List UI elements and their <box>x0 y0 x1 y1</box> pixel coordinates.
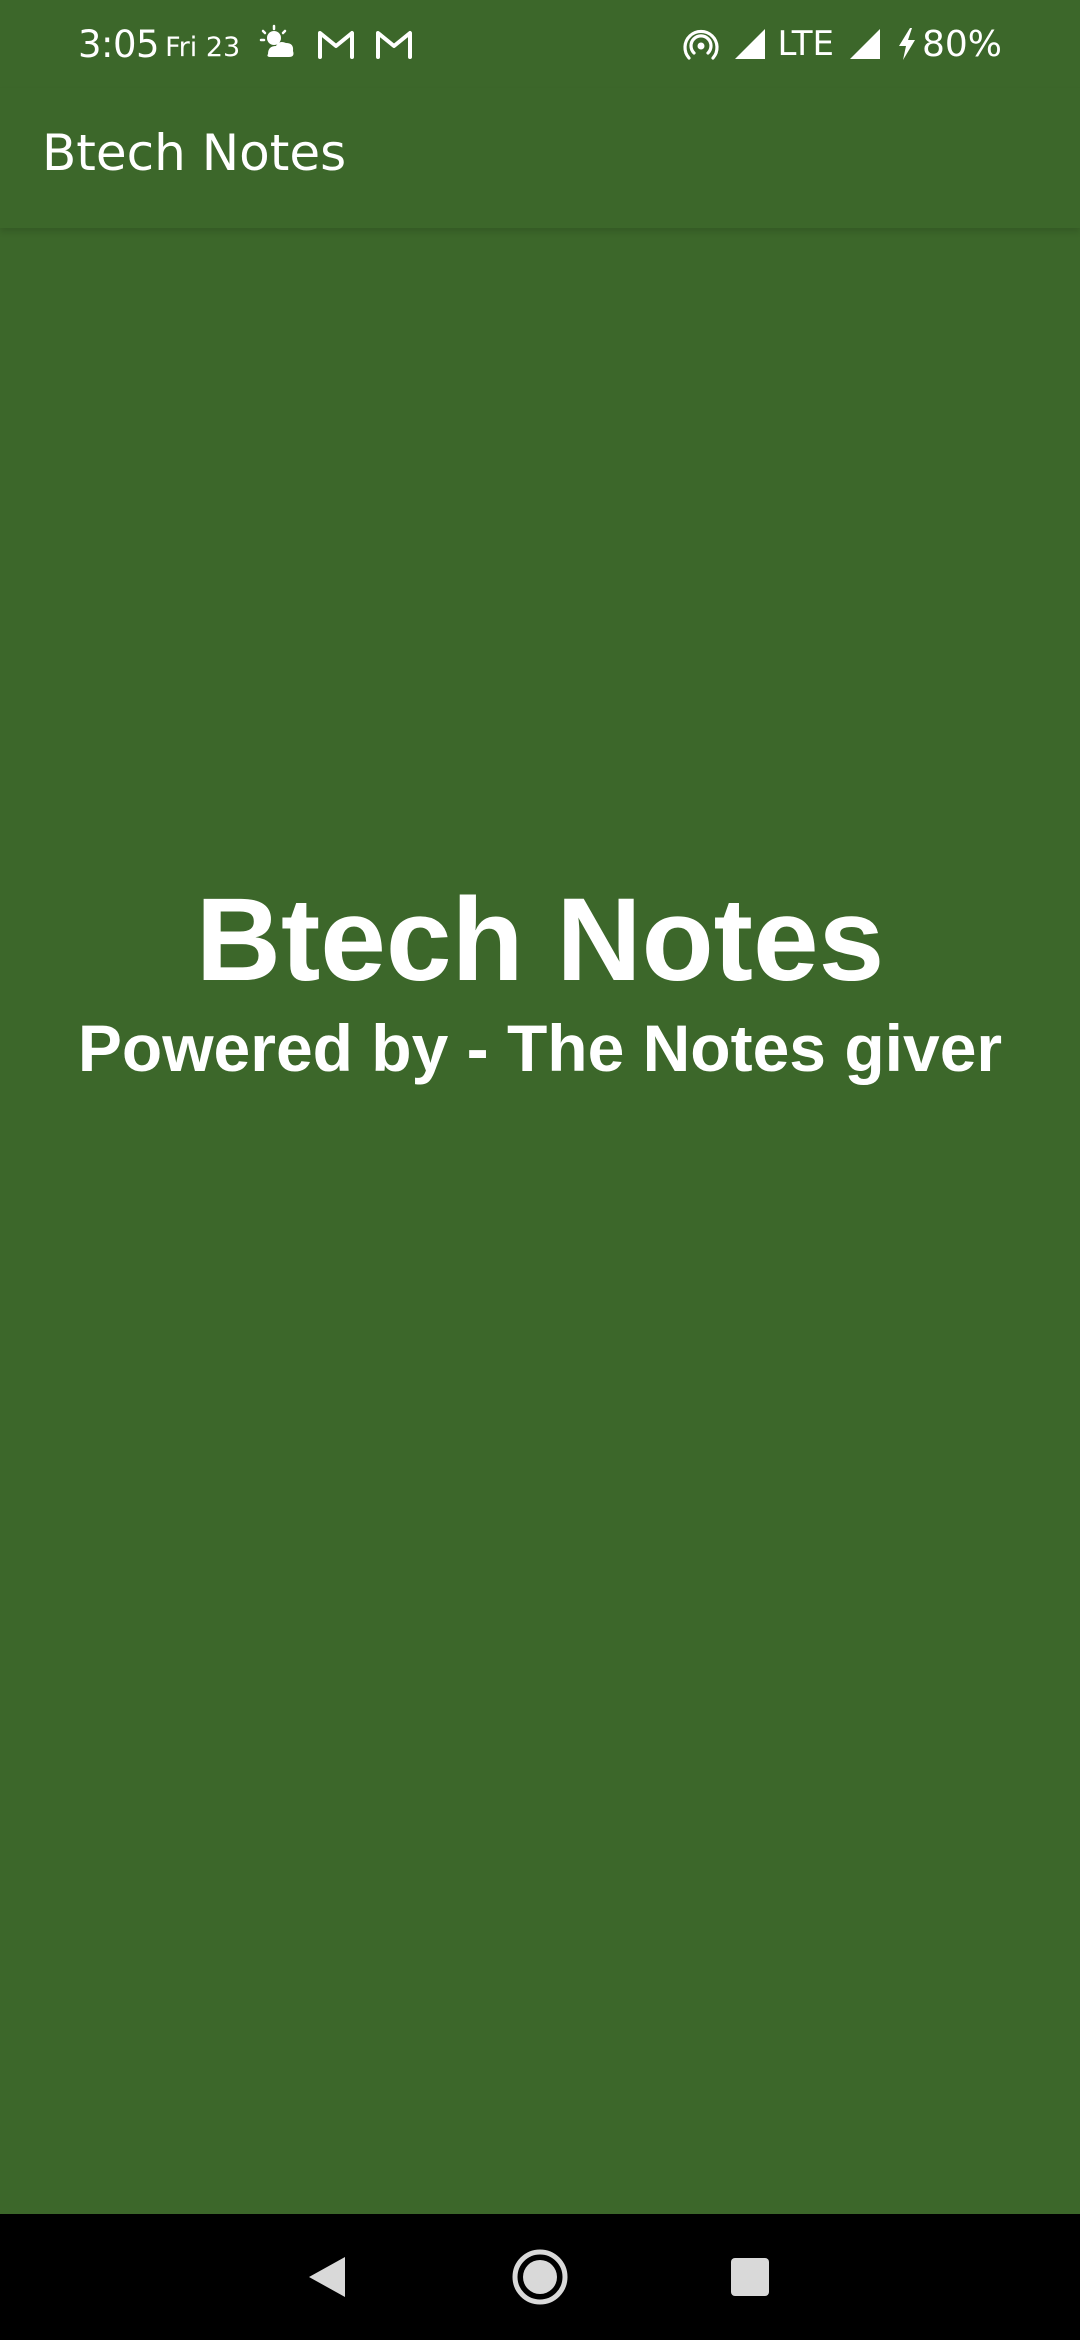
home-button[interactable] <box>480 2214 600 2340</box>
gmail-icon <box>374 27 414 61</box>
app-bar: Btech Notes <box>0 88 1080 228</box>
back-icon <box>309 2257 345 2297</box>
signal-icon <box>733 27 767 61</box>
splash-subtitle: Powered by - The Notes giver <box>77 1011 1003 1085</box>
network-type: LTE <box>777 24 834 64</box>
back-button[interactable] <box>267 2214 387 2340</box>
status-time: 3:05 <box>78 22 160 66</box>
status-bar-left: 3:05 Fri 23 <box>78 20 414 68</box>
signal-icon <box>848 27 882 61</box>
home-icon <box>512 2249 568 2305</box>
status-bar: 3:05 Fri 23 LTE 80% <box>0 0 1080 88</box>
battery-level: 80% <box>921 23 1002 65</box>
recents-button[interactable] <box>690 2214 810 2340</box>
status-bar-right: LTE 80% <box>669 20 1002 68</box>
charging-icon <box>896 26 918 62</box>
recents-icon <box>731 2258 769 2296</box>
splash-title: Btech Notes <box>195 874 885 1006</box>
gmail-icon <box>316 27 356 61</box>
status-date: Fri 23 <box>165 31 241 63</box>
navigation-bar <box>0 2214 1080 2340</box>
app-bar-title: Btech Notes <box>42 124 347 182</box>
splash-content: Btech Notes Powered by - The Notes giver <box>0 870 1080 1088</box>
weather-icon <box>258 24 298 64</box>
hotspot-icon <box>683 26 720 62</box>
